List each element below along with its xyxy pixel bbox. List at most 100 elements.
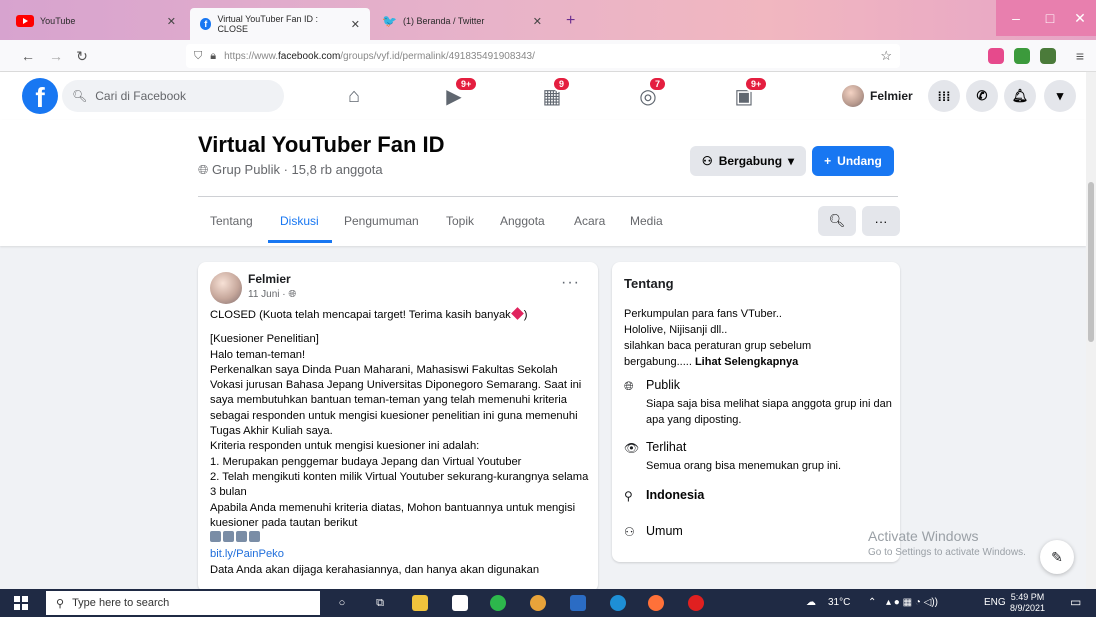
reload-icon[interactable]: ↻ <box>72 46 92 66</box>
see-more-link[interactable]: Lihat Selengkapnya <box>695 356 798 368</box>
close-tab-icon[interactable]: ✕ <box>351 18 360 31</box>
compose-icon[interactable]: ✎ <box>1040 540 1074 574</box>
post-date[interactable]: 11 Juni · 🌐︎ <box>248 289 296 300</box>
tab-label: Virtual YouTuber Fan ID : CLOSE <box>217 14 318 34</box>
taskbar-clock[interactable]: 5:49 PM 8/9/2021 <box>1010 592 1045 614</box>
more-options-button[interactable]: ··· <box>862 206 900 236</box>
avatar[interactable] <box>210 272 242 304</box>
scrollbar[interactable] <box>1086 72 1096 589</box>
line-app-icon[interactable] <box>490 595 506 611</box>
gaming-icon[interactable]: ▣ 9+ <box>730 76 769 110</box>
tab-tentang[interactable]: Tentang <box>210 214 253 228</box>
notification-badge: 9 <box>552 76 572 92</box>
chevron-down-icon: ▾ <box>788 154 795 168</box>
tab-youtube[interactable]: YouTube ✕ <box>6 6 186 36</box>
about-heading: Tentang <box>624 276 674 291</box>
invite-button[interactable]: + Undang <box>812 146 894 176</box>
close-tab-icon[interactable]: ✕ <box>167 15 176 28</box>
weather-icon[interactable]: ☁ <box>806 597 816 608</box>
pocket-icon[interactable] <box>988 48 1004 64</box>
search-placeholder: Cari di Facebook <box>95 89 186 103</box>
marketplace-icon[interactable]: ▦ 9 <box>538 76 572 110</box>
close-window-icon[interactable]: ✕ <box>1064 0 1096 36</box>
browser-tab-strip: YouTube ✕ f Virtual YouTuber Fan ID : CL… <box>0 0 1096 40</box>
account-dropdown-icon[interactable]: ▾ <box>1044 80 1076 112</box>
menu-icon[interactable]: ≡ <box>1070 46 1090 66</box>
tab-anggota[interactable]: Anggota <box>500 214 545 228</box>
extension-icon[interactable] <box>1040 48 1056 64</box>
heart-emoji-icon <box>510 307 524 320</box>
profile-name: Felmier <box>870 89 913 103</box>
eye-icon: 👁︎ <box>624 441 640 455</box>
people-icon: ⚇ <box>624 525 635 539</box>
post-text: Apabila Anda memenuhi kriteria diatas, M… <box>210 501 576 529</box>
tab-label: YouTube <box>40 16 76 26</box>
profile-button[interactable]: Felmier <box>842 82 913 110</box>
post-author[interactable]: Felmier <box>248 272 291 286</box>
globe-icon: 🌐︎ <box>198 162 209 177</box>
post-text: 2. Telah mengikuti konten milik Virtual … <box>210 470 589 499</box>
post-card: Felmier 11 Juni · 🌐︎ ··· CLOSED (Kuota t… <box>198 262 598 592</box>
activate-windows-watermark: Activate Windows Go to Settings to activ… <box>868 528 1026 558</box>
post-more-icon[interactable]: ··· <box>561 274 580 292</box>
scrollbar-thumb[interactable] <box>1088 182 1094 342</box>
page-title[interactable]: Virtual YouTuber Fan ID <box>198 132 445 158</box>
cortana-icon[interactable]: ○ <box>334 595 350 611</box>
firefox-icon[interactable] <box>648 595 664 611</box>
task-view-icon[interactable]: ⧉ <box>372 595 388 611</box>
group-header: Virtual YouTuber Fan ID 🌐︎ Grup Publik ·… <box>0 120 1086 246</box>
browser-navbar: ← → ↻ ⛉ 🔒︎ https://www.facebook.com/grou… <box>0 40 1096 72</box>
back-icon[interactable]: ← <box>18 46 38 66</box>
active-tab-indicator <box>268 240 332 243</box>
language-indicator[interactable]: ENG <box>984 597 1006 608</box>
document-icon[interactable] <box>452 595 468 611</box>
post-text: Halo teman-teman! <box>210 348 306 361</box>
tab-pengumuman[interactable]: Pengumuman <box>344 214 419 228</box>
file-explorer-icon[interactable] <box>412 595 428 611</box>
windows-taskbar: ⚲ Type here to search ○ ⧉ ☁ 31°C ⌃ ▴ ● ▦… <box>0 589 1096 617</box>
chrome-icon[interactable] <box>530 595 546 611</box>
notifications-icon[interactable]: 🔔︎ <box>1004 80 1036 112</box>
post-text: Perkenalkan saya Dinda Puan Maharani, Ma… <box>210 363 582 438</box>
tab-media[interactable]: Media <box>630 214 663 228</box>
tray-chevron-icon[interactable]: ⌃ <box>868 597 876 608</box>
edge-icon[interactable] <box>610 595 626 611</box>
bookmark-star-icon[interactable]: ☆ <box>880 48 892 64</box>
notification-badge: 7 <box>648 76 668 92</box>
post-text: 1. Merupakan penggemar budaya Jepang dan… <box>210 455 522 468</box>
notification-center-icon[interactable]: ▭ <box>1070 595 1081 609</box>
tab-twitter[interactable]: 🐦 (1) Beranda / Twitter ✕ <box>372 6 552 36</box>
forward-icon[interactable]: → <box>46 46 66 66</box>
facebook-logo-icon[interactable]: f <box>22 78 58 114</box>
join-button[interactable]: ⚇ Bergabung ▾ <box>690 146 806 176</box>
notification-badge: 9+ <box>744 76 769 92</box>
windows-start-icon[interactable] <box>14 596 28 610</box>
word-icon[interactable] <box>570 595 586 611</box>
home-icon[interactable]: ⌂ <box>340 82 368 110</box>
menu-grid-icon[interactable]: ⁞⁞⁞ <box>928 80 960 112</box>
groups-icon[interactable]: ◎ 7 <box>634 76 668 110</box>
facebook-icon: f <box>200 18 212 30</box>
emoji-boxes-icon <box>210 531 260 543</box>
taskbar-search-input[interactable]: ⚲ Type here to search <box>46 591 320 615</box>
download-extension-icon[interactable] <box>1014 48 1030 64</box>
post-text: Kriteria responden untuk mengisi kuesion… <box>210 440 480 453</box>
facebook-search-input[interactable]: 🔍︎ Cari di Facebook <box>62 80 284 112</box>
tab-topik[interactable]: Topik <box>446 214 474 228</box>
tab-facebook[interactable]: f Virtual YouTuber Fan ID : CLOSE ✕ <box>190 8 370 40</box>
group-meta: 🌐︎ Grup Publik · 15,8 rb anggota <box>198 162 383 177</box>
messenger-icon[interactable]: ✆ <box>966 80 998 112</box>
opera-icon[interactable] <box>688 595 704 611</box>
post-link[interactable]: bit.ly/PainPeko <box>210 548 284 560</box>
about-card: Tentang Perkumpulan para fans VTuber.. H… <box>612 262 900 562</box>
url-text: https://www.facebook.com/groups/vyf.id/p… <box>224 50 535 62</box>
tab-acara[interactable]: Acara <box>574 214 605 228</box>
tab-label: (1) Beranda / Twitter <box>402 16 485 26</box>
tray-icons[interactable]: ▴ ● ▦ ◔ ◁)) <box>886 597 938 608</box>
url-bar[interactable]: ⛉ 🔒︎ https://www.facebook.com/groups/vyf… <box>186 44 900 68</box>
watch-icon[interactable]: ▶ 9+ <box>440 76 479 110</box>
group-search-button[interactable]: 🔍︎ <box>818 206 856 236</box>
close-tab-icon[interactable]: ✕ <box>533 15 542 28</box>
new-tab-button[interactable]: + <box>556 6 580 36</box>
tab-diskusi[interactable]: Diskusi <box>280 214 319 228</box>
